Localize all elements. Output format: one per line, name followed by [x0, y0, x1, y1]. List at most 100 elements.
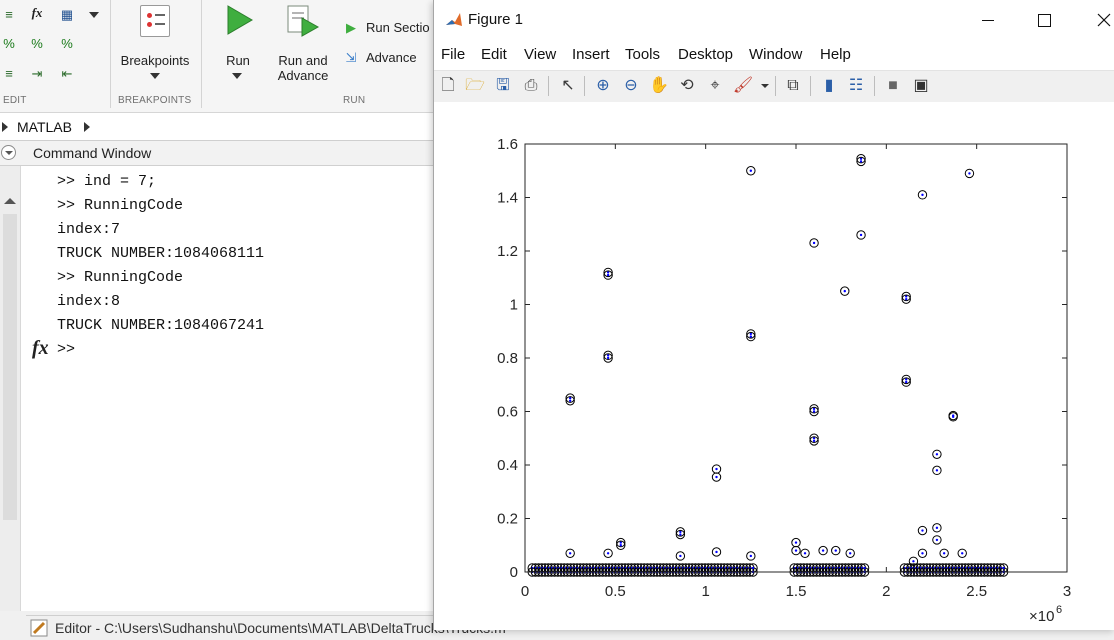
decrease-indent-icon[interactable]: ⇤	[58, 65, 76, 83]
scrollbar-thumb[interactable]	[3, 214, 17, 520]
chevron-down-icon[interactable]	[761, 84, 769, 88]
insert-cell-icon[interactable]: ▦	[58, 6, 76, 24]
data-point-center	[619, 541, 622, 544]
figure-title: Figure 1	[468, 11, 524, 28]
matlab-ribbon: ≡ fx ▦ % % % ≡ ⇥ ⇤ EDIT Breakpoints BREA…	[0, 0, 433, 113]
data-point-center	[961, 552, 964, 555]
data-point-center	[715, 475, 718, 479]
y-tick-label: 0.4	[497, 457, 518, 474]
increase-indent-icon[interactable]: ⇥	[28, 65, 46, 83]
wrap-comments-icon[interactable]: %	[58, 35, 76, 53]
axes-background	[525, 144, 1067, 572]
data-point-center	[619, 544, 622, 547]
hide-plot-tools-icon[interactable]: ■	[882, 75, 904, 97]
save-icon[interactable]: 🖫	[492, 75, 514, 97]
new-figure-icon[interactable]: 🗋	[437, 75, 459, 97]
data-point-center	[749, 554, 753, 558]
run-button[interactable]: Run	[208, 0, 268, 92]
y-tick-label: 1.6	[497, 136, 518, 153]
pointer-icon[interactable]: ↖	[557, 75, 579, 97]
data-point-center	[812, 410, 816, 413]
data-point-center	[834, 549, 837, 552]
menu-window[interactable]: Window	[749, 46, 802, 63]
figure-menubar: File Edit View Insert Tools Desktop Wind…	[434, 41, 1114, 69]
data-point-center	[921, 552, 924, 555]
print-icon[interactable]: ⎙	[520, 75, 542, 97]
data-point-center	[935, 526, 939, 530]
panel-actions-icon[interactable]	[1, 145, 16, 160]
data-point-center	[935, 538, 939, 542]
x-axis-multiplier-exponent: 6	[1056, 604, 1062, 616]
insert-function-icon[interactable]: fx	[28, 4, 46, 22]
pan-icon[interactable]: ✋	[648, 75, 670, 97]
figure-toolbar: 🗋 🗁 🖫 ⎙ ↖ ⊕ ⊖ ✋ ⟲ ⌖ 🖌 ⧉ ▮ ☷ ■ ▣	[434, 70, 1114, 103]
maximize-icon[interactable]	[1038, 14, 1051, 27]
data-point-center	[749, 169, 753, 172]
command-prompt[interactable]: >>	[57, 338, 264, 362]
toolbar-separator	[775, 76, 776, 96]
close-icon[interactable]	[1097, 13, 1111, 27]
figure-canvas[interactable]: 0 0.2 0.4 0.6 0.8 1 1.2 1.4 1.6 0 0.5 1 1.5 2 2.5 3 ×10 6	[434, 102, 1114, 630]
data-point-center	[606, 356, 610, 360]
data-point-center	[849, 552, 852, 555]
brush-icon[interactable]: 🖌	[732, 75, 754, 97]
scatter-plot[interactable]: 0 0.2 0.4 0.6 0.8 1 1.2 1.4 1.6 0 0.5 1 1.5 2 2.5 3 ×10 6	[434, 102, 1114, 630]
menu-desktop[interactable]: Desktop	[678, 46, 733, 63]
chevron-down-icon[interactable]	[89, 12, 99, 18]
address-bar[interactable]: MATLAB	[0, 113, 433, 141]
link-plot-icon[interactable]: ⧉	[782, 75, 804, 97]
rotate-icon[interactable]: ⟲	[676, 75, 698, 97]
menu-tools[interactable]: Tools	[625, 46, 660, 63]
figure-titlebar[interactable]: Figure 1	[434, 0, 1114, 40]
group-label-breakpoints: BREAKPOINTS	[118, 95, 192, 106]
y-tick-label: 0.8	[497, 350, 518, 367]
data-point-center	[859, 233, 863, 237]
minimize-icon[interactable]	[982, 20, 994, 21]
scroll-up-icon[interactable]	[4, 198, 16, 204]
comment-icon[interactable]: %	[0, 35, 18, 53]
breakpoints-button[interactable]: Breakpoints	[112, 0, 200, 92]
colorbar-icon[interactable]: ▮	[818, 75, 840, 97]
menu-insert[interactable]: Insert	[572, 46, 610, 63]
command-line: TRUCK NUMBER:1084067241	[57, 317, 265, 334]
advance-button[interactable]: ⇲ Advance	[340, 46, 433, 70]
command-output: >> ind = 7; >> RunningCode index:7 TRUCK…	[57, 170, 264, 362]
data-point-center	[863, 566, 866, 570]
open-file-icon[interactable]: 🗁	[464, 75, 486, 97]
matlab-logo-icon	[446, 13, 462, 26]
zoom-out-icon[interactable]: ⊖	[620, 75, 642, 97]
chevron-right-icon[interactable]	[84, 122, 90, 132]
data-point-center	[843, 289, 846, 293]
data-point-center	[749, 332, 753, 336]
advance-icon: ⇲	[345, 50, 357, 65]
uncomment-icon[interactable]: %	[28, 35, 46, 53]
data-point-center	[905, 297, 908, 301]
run-section-button[interactable]: ▶ Run Sectio	[340, 16, 433, 40]
menu-help[interactable]: Help	[820, 46, 851, 63]
command-window-title: Command Window	[33, 145, 152, 161]
run-and-advance-button[interactable]: Run and Advance	[272, 0, 334, 92]
address-root[interactable]: MATLAB	[17, 119, 72, 135]
function-browser-icon[interactable]: fx	[32, 337, 49, 360]
x-tick-label: 0	[521, 583, 529, 600]
menu-file[interactable]: File	[441, 46, 465, 63]
indent-icon[interactable]: ≡	[0, 65, 18, 83]
x-tick-label: 1	[701, 583, 709, 600]
data-point-center	[968, 172, 971, 175]
x-tick-label: 0.5	[605, 583, 626, 600]
insert-section-icon[interactable]: ≡	[0, 6, 18, 24]
chevron-right-icon[interactable]	[2, 122, 8, 132]
data-point-center	[715, 550, 718, 554]
show-plot-tools-icon[interactable]: ▣	[910, 75, 932, 97]
data-point-center	[749, 335, 753, 338]
editor-bar[interactable]: Editor - C:\Users\Sudhanshu\Documents\MA…	[26, 615, 506, 640]
zoom-in-icon[interactable]: ⊕	[592, 75, 614, 97]
data-cursor-icon[interactable]: ⌖	[704, 75, 726, 97]
menu-edit[interactable]: Edit	[481, 46, 507, 63]
x-axis-multiplier: ×10	[1029, 608, 1054, 625]
data-point-center	[812, 439, 816, 443]
legend-icon[interactable]: ☷	[845, 75, 867, 97]
menu-view[interactable]: View	[524, 46, 556, 63]
ribbon-divider	[201, 0, 202, 108]
data-point-center	[905, 295, 908, 298]
